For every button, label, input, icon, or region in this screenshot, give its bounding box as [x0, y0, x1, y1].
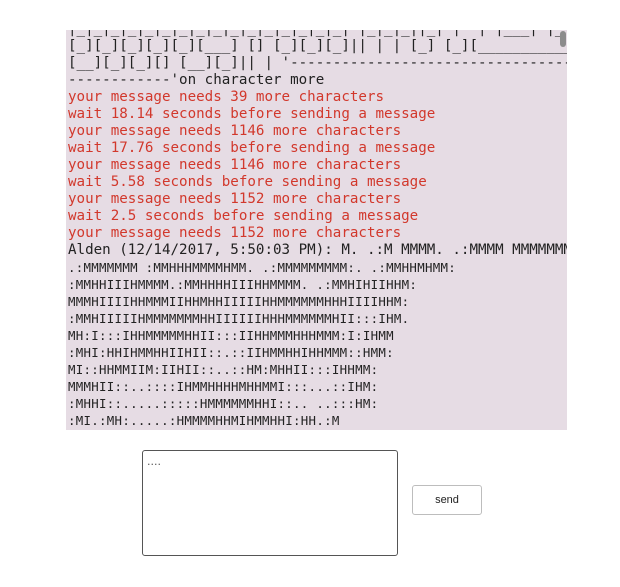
- chat-message-line: MMMHIIIIHHMMMIIHHMHHIIIIIHHMMMMMMHHHIIII…: [68, 294, 410, 309]
- chat-message-line: :MHI:HHIHMMHHIIHII::.::IIHMMHHIHHMMM::HM…: [68, 345, 394, 360]
- chat-message-line: :MMHHIIIHMMMM.:MMHHHHIIIHHMMMM. .:MMHIHI…: [68, 277, 418, 292]
- send-button[interactable]: send: [412, 485, 482, 515]
- warning-message: your message needs 1152 more characters: [68, 191, 402, 207]
- warning-message: your message needs 1152 more characters: [68, 225, 402, 241]
- chat-message-line: MH:I:::IHHMMMMMHHII:::IIHHMMMHHHMMM:I:IH…: [68, 328, 394, 343]
- warning-message: wait 17.76 seconds before sending a mess…: [68, 140, 436, 156]
- ascii-art-line: ------------'on character more: [68, 72, 325, 88]
- warning-message: wait 18.14 seconds before sending a mess…: [68, 106, 436, 122]
- chat-message-line: MMMHII::..::::IHMMHHHHMHHMMI:::...::IHM:: [68, 379, 379, 394]
- chat-message-line: MI::HHMMIIM:IIHII::..::HM:MHHII:::IHHMM:: [68, 362, 379, 377]
- warning-message: your message needs 39 more characters: [68, 89, 385, 105]
- chat-message-line: .:MMMMMMM :MMHHHMMMMHMM. .:MMMMMMMMM:. .…: [68, 260, 456, 275]
- chat-log-content: |_|_|_|_|_|_|_|_|_|_|_|_|_|_|_|_| |_|_|_…: [68, 30, 567, 429]
- warning-message: your message needs 1146 more characters: [68, 157, 402, 173]
- warning-message: your message needs 1146 more characters: [68, 123, 402, 139]
- warning-message: wait 5.58 seconds before sending a messa…: [68, 174, 427, 190]
- chat-log[interactable]: |_|_|_|_|_|_|_|_|_|_|_|_|_|_|_|_| |_|_|_…: [66, 30, 567, 430]
- chat-message-line: :MHHI::.....:::::HMMMMMMHHI::.. ..:::HM:: [68, 396, 379, 411]
- ascii-art-line: |_|_|_|_|_|_|_|_|_|_|_|_|_|_|_|_| |_|_|_…: [68, 30, 567, 38]
- warning-message: wait 2.5 seconds before sending a messag…: [68, 208, 419, 224]
- scrollbar-thumb[interactable]: [560, 31, 566, 47]
- chat-message-header: Alden (12/14/2017, 5:50:03 PM): M. .:M M…: [68, 242, 567, 258]
- ascii-art-line: [__][_][_][] [__][_]|| | '--------------…: [68, 55, 567, 71]
- chat-log-scrollbar[interactable]: [559, 30, 567, 430]
- chat-message-line: :MI.:MH:.....:HMMMMHHMIHMMHHI:HH.:M: [68, 413, 340, 428]
- chat-message-line: :MMHIIIIIHMMMMMMMHHIIIIIIHHHMMMMMMHII:::…: [68, 311, 410, 326]
- message-input[interactable]: [142, 450, 398, 556]
- ascii-art-line: [_][_][_][_][_][___] [] [_][_][_]|| | | …: [68, 38, 567, 54]
